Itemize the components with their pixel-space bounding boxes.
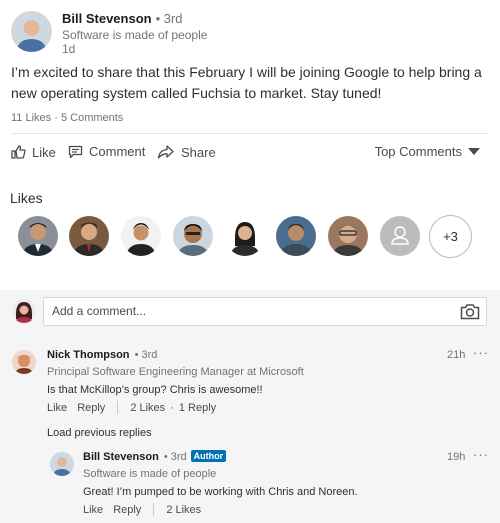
separator <box>117 401 119 414</box>
counts-separator: · <box>54 112 58 124</box>
share-label: Share <box>181 144 216 160</box>
commenter-headline: Principal Software Engineering Manager a… <box>47 366 304 378</box>
reply-author-name-text[interactable]: Bill Stevenson <box>83 451 159 463</box>
reply-author-avatar[interactable] <box>50 452 74 476</box>
dot-separator: · <box>170 401 174 414</box>
reply-actions: Like Reply 2 Likes <box>83 503 201 516</box>
liker-avatar[interactable] <box>173 216 213 256</box>
comment-sort-dropdown[interactable]: Top Comments <box>375 144 480 159</box>
divider <box>11 133 489 134</box>
like-label: Like <box>32 144 56 160</box>
comment-likes-count[interactable]: 2 Likes <box>130 402 165 414</box>
commenter-name-text[interactable]: Nick Thompson <box>47 349 130 361</box>
author-avatar[interactable] <box>11 11 52 52</box>
commenter-name[interactable]: Nick Thompson • 3rd <box>47 349 157 361</box>
reply-text: Great! I’m pumped to be working with Chr… <box>83 486 358 498</box>
post-body-text: I’m excited to share that this February … <box>11 64 482 101</box>
post-actions-bar: Like Comment Share Top Comments <box>0 140 500 168</box>
author-badge: Author <box>190 450 227 462</box>
connection-degree: • 3rd <box>134 349 158 361</box>
comment-label: Comment <box>89 144 146 159</box>
more-likers-button[interactable]: +3 <box>429 215 472 258</box>
share-icon <box>157 145 174 159</box>
comment-reply-button[interactable]: Reply <box>77 402 105 414</box>
connection-degree: • 3rd <box>155 11 183 26</box>
sort-label: Top Comments <box>374 144 462 159</box>
current-user-avatar <box>12 299 36 323</box>
camera-icon[interactable] <box>460 303 480 320</box>
reply-timestamp: 19h <box>447 451 466 463</box>
comments-count-link[interactable]: 5 Comments <box>61 112 123 124</box>
liker-avatar[interactable] <box>328 216 368 256</box>
caret-down-icon <box>468 148 480 155</box>
load-previous-replies-link[interactable]: Load previous replies <box>47 427 152 439</box>
liker-avatar[interactable] <box>276 216 316 256</box>
connection-degree: • 3rd <box>163 451 187 463</box>
more-options-icon[interactable]: ··· <box>473 447 489 462</box>
person-icon <box>380 216 420 256</box>
likers-row: +3 <box>18 215 498 258</box>
author-name[interactable]: Bill Stevenson • 3rd <box>62 11 183 26</box>
author-name-text[interactable]: Bill Stevenson <box>62 11 152 26</box>
comment-replies-count[interactable]: 1 Reply <box>179 402 216 414</box>
liker-avatar[interactable] <box>225 216 265 256</box>
comment-button[interactable]: Comment <box>68 144 145 159</box>
comment-input-box[interactable] <box>43 297 487 326</box>
like-button[interactable]: Like <box>10 144 56 160</box>
liker-avatar[interactable] <box>69 216 109 256</box>
post-card: Bill Stevenson • 3rd Software is made of … <box>0 0 500 290</box>
post-timestamp: 1d <box>62 42 76 56</box>
liker-avatar[interactable] <box>18 216 58 256</box>
comment-input[interactable] <box>52 304 442 318</box>
liker-avatar-placeholder[interactable] <box>380 216 420 256</box>
reply-author-name[interactable]: Bill Stevenson • 3rd Author <box>83 450 227 463</box>
reply-like-button[interactable]: Like <box>83 504 103 516</box>
reply-author-headline: Software is made of people <box>83 468 217 480</box>
comment-actions: Like Reply 2 Likes · 1 Reply <box>47 401 216 414</box>
separator <box>153 503 155 516</box>
likes-count-link[interactable]: 11 Likes <box>11 112 51 124</box>
author-headline: Software is made of people <box>62 28 208 42</box>
comment-text: Is that McKillop’s group? Chris is aweso… <box>47 384 263 396</box>
reply-likes-count[interactable]: 2 Likes <box>166 504 201 516</box>
comment-like-button[interactable]: Like <box>47 402 67 414</box>
likes-heading: Likes <box>10 190 43 206</box>
more-options-icon[interactable]: ··· <box>473 345 489 360</box>
comment-icon <box>68 145 83 158</box>
liker-avatar[interactable] <box>121 216 161 256</box>
comments-section: Nick Thompson • 3rd Principal Software E… <box>0 290 500 523</box>
comment-timestamp: 21h <box>447 349 466 361</box>
engagement-counts: 11 Likes · 5 Comments <box>11 112 123 124</box>
thumbs-up-icon <box>11 145 26 159</box>
reply-reply-button[interactable]: Reply <box>113 504 141 516</box>
share-button[interactable]: Share <box>157 144 216 160</box>
commenter-avatar[interactable] <box>12 350 36 374</box>
